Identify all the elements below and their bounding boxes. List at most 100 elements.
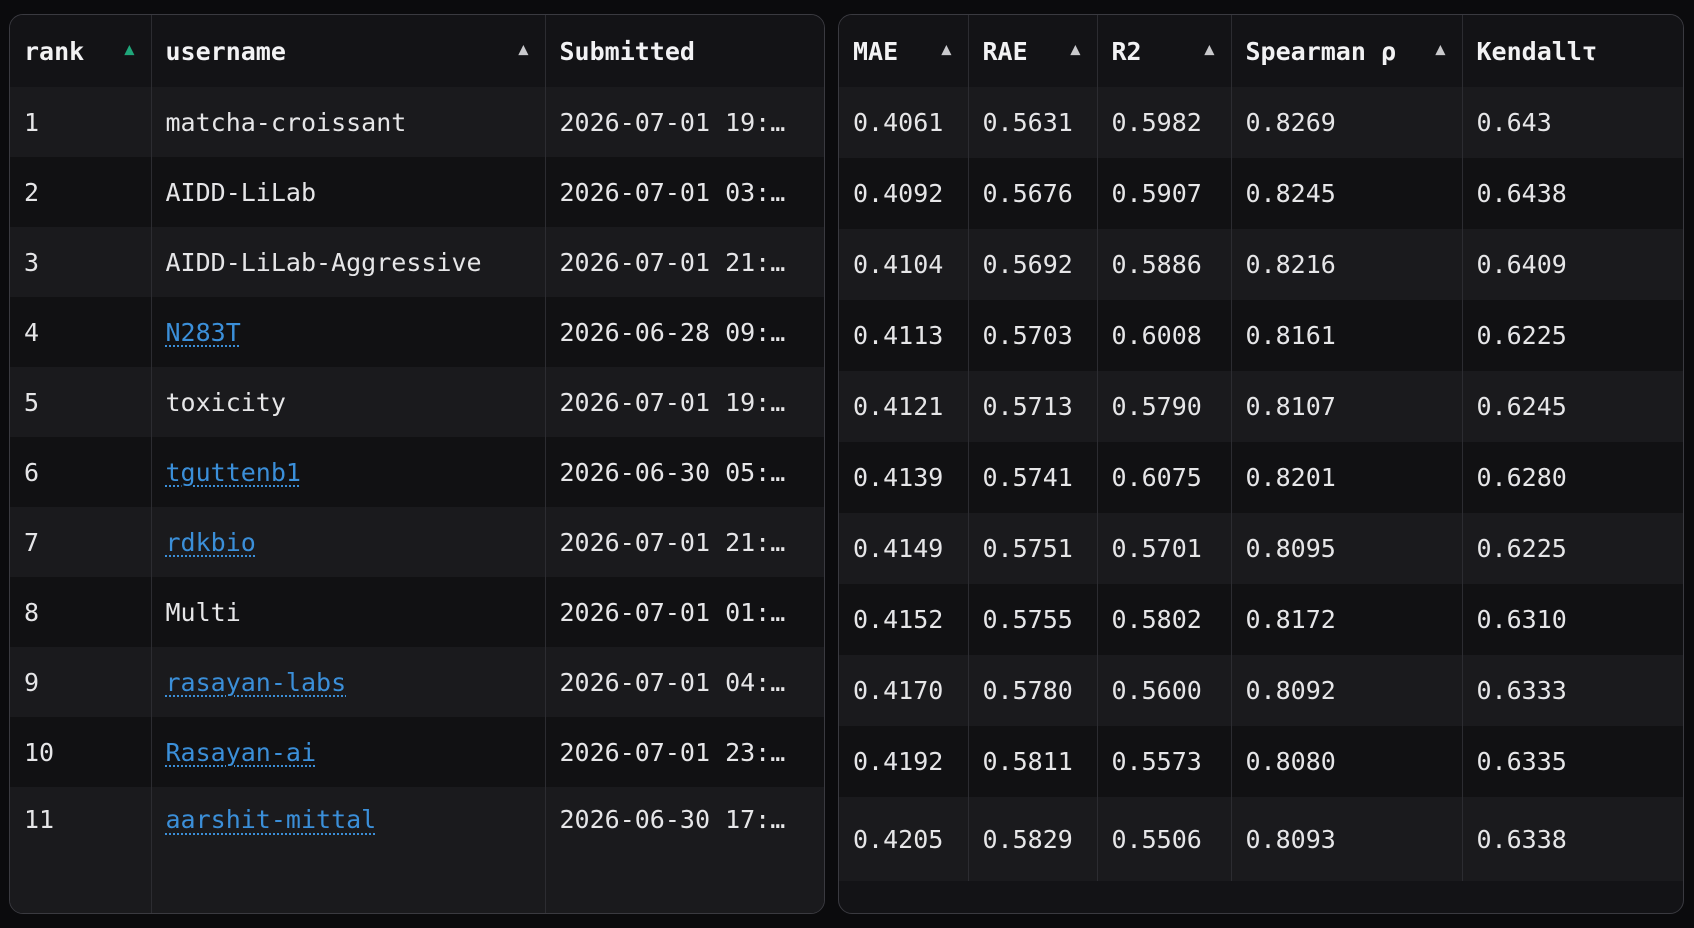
rank-cell: 4 xyxy=(10,297,151,367)
mae-cell: 0.4113 xyxy=(839,300,968,371)
kendall-cell: 0.6225 xyxy=(1461,513,1683,584)
r2-cell: 0.6008 xyxy=(1096,300,1231,371)
table-row: 0.4121 0.5713 0.5790 0.8107 0.6245 xyxy=(839,371,1683,442)
submitted-cell: 2026-07-01 21:… xyxy=(544,227,824,297)
submitted-cell: 2026-07-01 21:… xyxy=(544,507,824,577)
r2-cell: 0.5600 xyxy=(1096,655,1231,726)
r2-cell: 0.5907 xyxy=(1096,158,1231,229)
username-cell: Rasayan-ai xyxy=(150,717,545,787)
sort-ascending-icon[interactable]: ▲ xyxy=(1204,39,1214,59)
username-link[interactable]: tguttenb1 xyxy=(166,458,301,487)
rank-cell: 5 xyxy=(10,367,151,437)
column-header-label: MAE xyxy=(853,36,899,66)
rank-cell: 10 xyxy=(10,717,151,787)
username-link[interactable]: rasayan-labs xyxy=(166,668,347,697)
rae-cell: 0.5755 xyxy=(967,584,1097,655)
kendall-cell: 0.6438 xyxy=(1461,158,1683,229)
username-text: AIDD-LiLab xyxy=(165,177,317,207)
column-header-username[interactable]: username ▲ xyxy=(150,15,545,87)
sort-ascending-icon[interactable]: ▲ xyxy=(124,39,134,59)
rae-cell: 0.5780 xyxy=(967,655,1097,726)
kendall-cell: 0.6225 xyxy=(1461,300,1683,371)
rank-cell: 1 xyxy=(10,87,151,157)
rae-cell: 0.5751 xyxy=(967,513,1097,584)
rae-cell: 0.5829 xyxy=(967,797,1097,881)
leaderboard-metrics-table: MAE ▲ RAE ▲ R2 ▲ Spearman ρ ▲ Kendallτ 0… xyxy=(839,15,1683,881)
submitted-cell: 2026-07-01 19:… xyxy=(544,87,824,157)
spearman-cell: 0.8245 xyxy=(1230,158,1462,229)
column-header-submitted[interactable]: Submitted xyxy=(544,15,824,87)
rank-cell: 3 xyxy=(10,227,151,297)
table-row: 2 AIDD-LiLab 2026-07-01 03:… xyxy=(10,157,824,227)
table-row: 4 N283T 2026-06-28 09:… xyxy=(10,297,824,367)
username-cell: Multi xyxy=(150,577,545,647)
submitted-cell: 2026-07-01 04:… xyxy=(544,647,824,717)
column-header-label: RAE xyxy=(982,36,1028,66)
sort-ascending-icon[interactable]: ▲ xyxy=(1435,39,1445,59)
right-table-body: 0.4061 0.5631 0.5982 0.8269 0.643 0.4092 0.567… xyxy=(839,87,1683,881)
username-link[interactable]: Rasayan-ai xyxy=(166,738,317,767)
table-row: 6 tguttenb1 2026-06-30 05:… xyxy=(10,437,824,507)
column-header-rank[interactable]: rank ▲ xyxy=(10,15,151,87)
kendall-cell: 0.6335 xyxy=(1461,726,1683,797)
column-header-mae[interactable]: MAE ▲ xyxy=(839,15,968,87)
table-row: 5 toxicity 2026-07-01 19:… xyxy=(10,367,824,437)
spearman-cell: 0.8172 xyxy=(1230,584,1462,655)
rae-cell: 0.5741 xyxy=(967,442,1097,513)
rae-cell: 0.5811 xyxy=(967,726,1097,797)
username-cell: tguttenb1 xyxy=(150,437,545,507)
table-row: 0.4113 0.5703 0.6008 0.8161 0.6225 xyxy=(839,300,1683,371)
rank-cell: 8 xyxy=(10,577,151,647)
column-header-spearman[interactable]: Spearman ρ ▲ xyxy=(1230,15,1462,87)
spearman-cell: 0.8107 xyxy=(1230,371,1462,442)
rank-cell: 2 xyxy=(10,157,151,227)
right-header-row: MAE ▲ RAE ▲ R2 ▲ Spearman ρ ▲ Kendallτ xyxy=(839,15,1683,87)
submitted-cell: 2026-06-30 05:… xyxy=(544,437,824,507)
sort-ascending-icon[interactable]: ▲ xyxy=(518,39,528,59)
leaderboard-right-panel: MAE ▲ RAE ▲ R2 ▲ Spearman ρ ▲ Kendallτ 0… xyxy=(838,14,1684,914)
spearman-cell: 0.8080 xyxy=(1230,726,1462,797)
leaderboard-identity-table: rank ▲ username ▲ Submitted 1 matcha-croi… xyxy=(10,15,824,913)
rank-cell: 11 xyxy=(10,787,151,913)
spearman-cell: 0.8092 xyxy=(1230,655,1462,726)
rae-cell: 0.5631 xyxy=(967,87,1097,158)
leaderboard-left-panel: rank ▲ username ▲ Submitted 1 matcha-croi… xyxy=(9,14,825,914)
r2-cell: 0.5886 xyxy=(1096,229,1231,300)
username-cell: N283T xyxy=(150,297,545,367)
sort-ascending-icon[interactable]: ▲ xyxy=(1070,39,1080,59)
username-link[interactable]: aarshit-mittal xyxy=(166,805,377,834)
username-cell: AIDD-LiLab xyxy=(150,157,545,227)
sort-ascending-icon[interactable]: ▲ xyxy=(941,39,951,59)
username-link[interactable]: rdkbio xyxy=(166,528,256,557)
table-row: 9 rasayan-labs 2026-07-01 04:… xyxy=(10,647,824,717)
mae-cell: 0.4170 xyxy=(839,655,968,726)
column-header-label: Kendallτ xyxy=(1476,36,1597,66)
submitted-cell: 2026-07-01 01:… xyxy=(544,577,824,647)
r2-cell: 0.5573 xyxy=(1096,726,1231,797)
table-row: 0.4092 0.5676 0.5907 0.8245 0.6438 xyxy=(839,158,1683,229)
submitted-cell: 2026-07-01 03:… xyxy=(544,157,824,227)
table-row: 0.4139 0.5741 0.6075 0.8201 0.6280 xyxy=(839,442,1683,513)
column-header-kendall[interactable]: Kendallτ xyxy=(1461,15,1683,87)
mae-cell: 0.4121 xyxy=(839,371,968,442)
rank-cell: 9 xyxy=(10,647,151,717)
username-link[interactable]: N283T xyxy=(166,318,241,347)
table-row: 0.4152 0.5755 0.5802 0.8172 0.6310 xyxy=(839,584,1683,655)
spearman-cell: 0.8161 xyxy=(1230,300,1462,371)
left-table-body: 1 matcha-croissant 2026-07-01 19:… 2 AIDD-Li… xyxy=(10,87,824,913)
column-header-rae[interactable]: RAE ▲ xyxy=(967,15,1097,87)
spearman-cell: 0.8269 xyxy=(1230,87,1462,158)
column-header-label: R2 xyxy=(1111,36,1142,66)
table-row: 10 Rasayan-ai 2026-07-01 23:… xyxy=(10,717,824,787)
mae-cell: 0.4149 xyxy=(839,513,968,584)
kendall-cell: 0.6280 xyxy=(1461,442,1683,513)
username-cell: aarshit-mittal xyxy=(150,787,545,913)
r2-cell: 0.5982 xyxy=(1096,87,1231,158)
left-header-row: rank ▲ username ▲ Submitted xyxy=(10,15,824,87)
column-header-r2[interactable]: R2 ▲ xyxy=(1096,15,1231,87)
table-row: 0.4192 0.5811 0.5573 0.8080 0.6335 xyxy=(839,726,1683,797)
mae-cell: 0.4104 xyxy=(839,229,968,300)
r2-cell: 0.6075 xyxy=(1096,442,1231,513)
submitted-cell: 2026-06-28 09:… xyxy=(544,297,824,367)
table-row: 1 matcha-croissant 2026-07-01 19:… xyxy=(10,87,824,157)
